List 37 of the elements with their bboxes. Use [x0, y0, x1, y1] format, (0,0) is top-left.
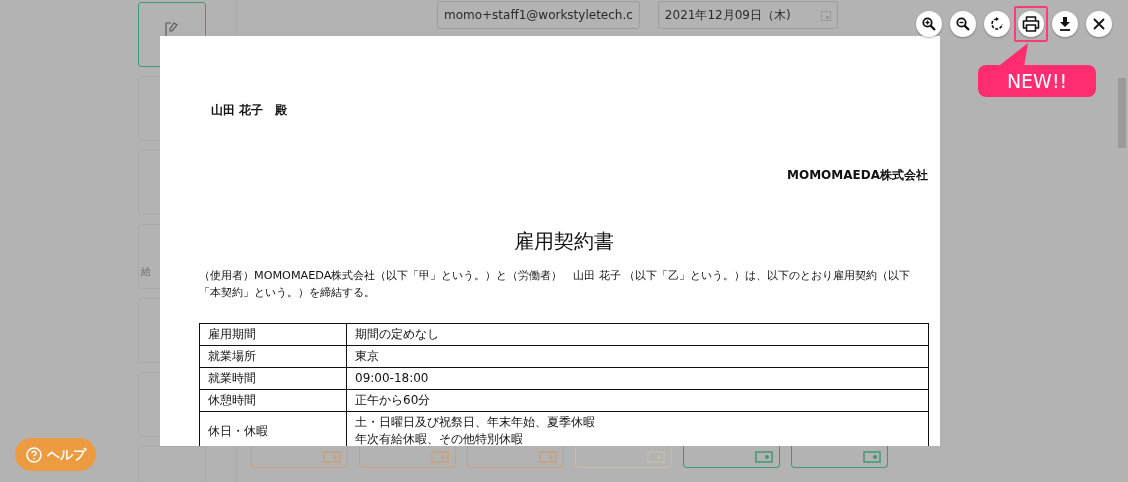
date-field[interactable]: 2021年12月09日（木) — [657, 1, 838, 29]
wallet-icon — [863, 450, 881, 463]
email-field[interactable]: momo+staff1@workstyletech.c — [437, 1, 640, 29]
table-cell: 正午から60分 — [346, 389, 929, 412]
zoom-in-button[interactable] — [916, 11, 942, 37]
table-cell: 就業時間 — [199, 367, 347, 390]
print-icon — [1022, 16, 1040, 32]
table-cell: 休憩時間 — [199, 389, 347, 412]
rotate-button[interactable] — [984, 11, 1010, 37]
close-button[interactable] — [1086, 11, 1112, 37]
date-value: 2021年12月09日（木) — [664, 6, 791, 24]
download-icon — [1059, 17, 1071, 31]
table-cell: 09:00-18:00 — [346, 367, 929, 390]
sidebar-label: 給 — [141, 265, 151, 279]
wallet-icon — [323, 450, 341, 463]
table-cell: 雇用期間 — [199, 323, 347, 346]
edit-icon — [165, 21, 179, 38]
help-icon — [25, 446, 42, 463]
table-cell: 休日・休暇 — [199, 411, 347, 446]
wallet-icon — [539, 450, 557, 463]
wallet-icon — [431, 450, 449, 463]
table-cell: 東京 — [346, 345, 929, 368]
table-cell: 就業場所 — [199, 345, 347, 368]
table-cell: 期間の定めなし — [346, 323, 929, 346]
document-title: 雇用契約書 — [512, 228, 615, 255]
close-icon — [1093, 18, 1105, 30]
wallet-icon — [755, 450, 773, 463]
rotate-icon — [990, 17, 1004, 31]
addressee: 山田 花子 殿 — [210, 102, 289, 119]
scrollbar[interactable] — [1118, 78, 1126, 148]
calendar-icon — [820, 9, 831, 21]
zoom-out-button[interactable] — [950, 11, 976, 37]
zoom-in-icon — [922, 17, 936, 31]
company-name: MOMOMAEDA株式会社 — [786, 167, 928, 184]
download-button[interactable] — [1052, 11, 1078, 37]
intro-paragraph: （使用者）MOMOMAEDA株式会社（以下「甲」という。）と（労働者） 山田 花子 （以下「乙」という。）は、以下のとおり雇用契約（以下「本契約」という。）を締結する。 — [199, 268, 912, 301]
zoom-out-icon — [956, 17, 970, 31]
